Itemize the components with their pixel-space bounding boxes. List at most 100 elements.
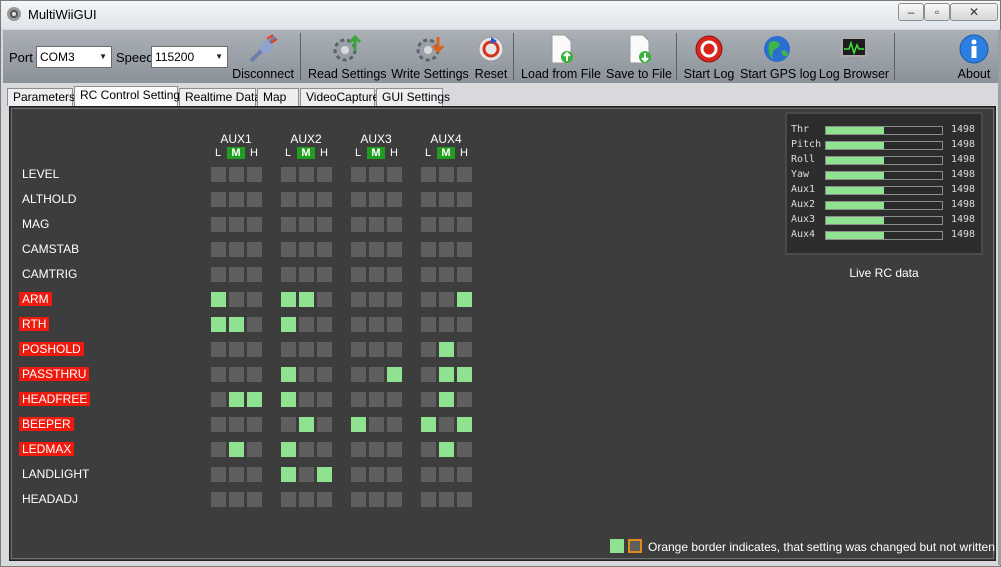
aux-checkbox[interactable] [421,192,436,207]
aux-checkbox[interactable] [281,317,296,332]
aux-checkbox[interactable] [351,217,366,232]
aux-checkbox[interactable] [247,442,262,457]
aux-checkbox[interactable] [369,342,384,357]
aux-checkbox[interactable] [457,342,472,357]
aux-checkbox[interactable] [421,217,436,232]
aux-checkbox[interactable] [281,417,296,432]
aux-checkbox[interactable] [281,167,296,182]
aux-checkbox[interactable] [247,342,262,357]
aux-checkbox[interactable] [211,192,226,207]
aux-checkbox[interactable] [299,317,314,332]
aux-checkbox[interactable] [281,392,296,407]
aux-checkbox[interactable] [369,267,384,282]
aux-checkbox[interactable] [387,417,402,432]
aux-checkbox[interactable] [351,192,366,207]
aux-checkbox[interactable] [439,242,454,257]
aux-checkbox[interactable] [439,292,454,307]
aux-checkbox[interactable] [211,367,226,382]
aux-checkbox[interactable] [457,217,472,232]
aux-checkbox[interactable] [457,267,472,282]
aux-checkbox[interactable] [421,367,436,382]
aux-checkbox[interactable] [211,467,226,482]
aux-checkbox[interactable] [351,392,366,407]
aux-checkbox[interactable] [211,392,226,407]
aux-checkbox[interactable] [387,167,402,182]
aux-checkbox[interactable] [439,167,454,182]
aux-checkbox[interactable] [351,267,366,282]
aux-checkbox[interactable] [351,317,366,332]
aux-checkbox[interactable] [317,367,332,382]
log-browser-button[interactable]: Log Browser [818,30,890,83]
aux-checkbox[interactable] [299,192,314,207]
aux-checkbox[interactable] [299,492,314,507]
aux-checkbox[interactable] [247,217,262,232]
aux-checkbox[interactable] [387,442,402,457]
aux-checkbox[interactable] [211,167,226,182]
aux-checkbox[interactable] [211,267,226,282]
aux-checkbox[interactable] [439,267,454,282]
aux-checkbox[interactable] [369,317,384,332]
aux-checkbox[interactable] [369,367,384,382]
aux-checkbox[interactable] [317,242,332,257]
aux-checkbox[interactable] [299,167,314,182]
aux-checkbox[interactable] [369,392,384,407]
aux-checkbox[interactable] [457,242,472,257]
aux-checkbox[interactable] [299,417,314,432]
aux-checkbox[interactable] [247,292,262,307]
aux-checkbox[interactable] [317,342,332,357]
aux-checkbox[interactable] [229,192,244,207]
aux-checkbox[interactable] [281,292,296,307]
aux-checkbox[interactable] [247,267,262,282]
aux-checkbox[interactable] [369,167,384,182]
aux-checkbox[interactable] [369,242,384,257]
aux-checkbox[interactable] [421,442,436,457]
aux-checkbox[interactable] [421,417,436,432]
aux-checkbox[interactable] [421,467,436,482]
aux-checkbox[interactable] [317,392,332,407]
aux-checkbox[interactable] [369,492,384,507]
aux-checkbox[interactable] [457,167,472,182]
aux-checkbox[interactable] [421,317,436,332]
aux-checkbox[interactable] [387,292,402,307]
aux-checkbox[interactable] [439,392,454,407]
aux-checkbox[interactable] [229,367,244,382]
save-to-file-button[interactable]: Save to File [606,30,672,83]
aux-checkbox[interactable] [457,192,472,207]
start-gps-log-button[interactable]: Start GPS log [740,30,816,83]
aux-checkbox[interactable] [299,242,314,257]
aux-checkbox[interactable] [317,167,332,182]
aux-checkbox[interactable] [247,192,262,207]
start-log-button[interactable]: Start Log [682,30,736,83]
aux-checkbox[interactable] [369,292,384,307]
aux-checkbox[interactable] [229,417,244,432]
aux-checkbox[interactable] [351,292,366,307]
aux-checkbox[interactable] [369,417,384,432]
aux-checkbox[interactable] [387,317,402,332]
aux-checkbox[interactable] [369,442,384,457]
aux-checkbox[interactable] [351,367,366,382]
aux-checkbox[interactable] [211,492,226,507]
aux-checkbox[interactable] [211,417,226,432]
aux-checkbox[interactable] [317,417,332,432]
aux-checkbox[interactable] [387,192,402,207]
aux-checkbox[interactable] [281,467,296,482]
aux-checkbox[interactable] [299,467,314,482]
aux-checkbox[interactable] [281,342,296,357]
aux-checkbox[interactable] [421,492,436,507]
aux-checkbox[interactable] [299,442,314,457]
aux-checkbox[interactable] [281,367,296,382]
aux-checkbox[interactable] [457,442,472,457]
aux-checkbox[interactable] [211,217,226,232]
aux-checkbox[interactable] [229,467,244,482]
load-from-file-button[interactable]: Load from File [519,30,603,83]
aux-checkbox[interactable] [421,167,436,182]
tab-map[interactable]: Map [257,88,299,106]
aux-checkbox[interactable] [229,167,244,182]
aux-checkbox[interactable] [421,342,436,357]
aux-checkbox[interactable] [439,217,454,232]
maximize-button[interactable]: ▫ [924,3,950,21]
aux-checkbox[interactable] [229,267,244,282]
aux-checkbox[interactable] [299,292,314,307]
aux-checkbox[interactable] [457,317,472,332]
about-button[interactable]: About [953,30,995,83]
